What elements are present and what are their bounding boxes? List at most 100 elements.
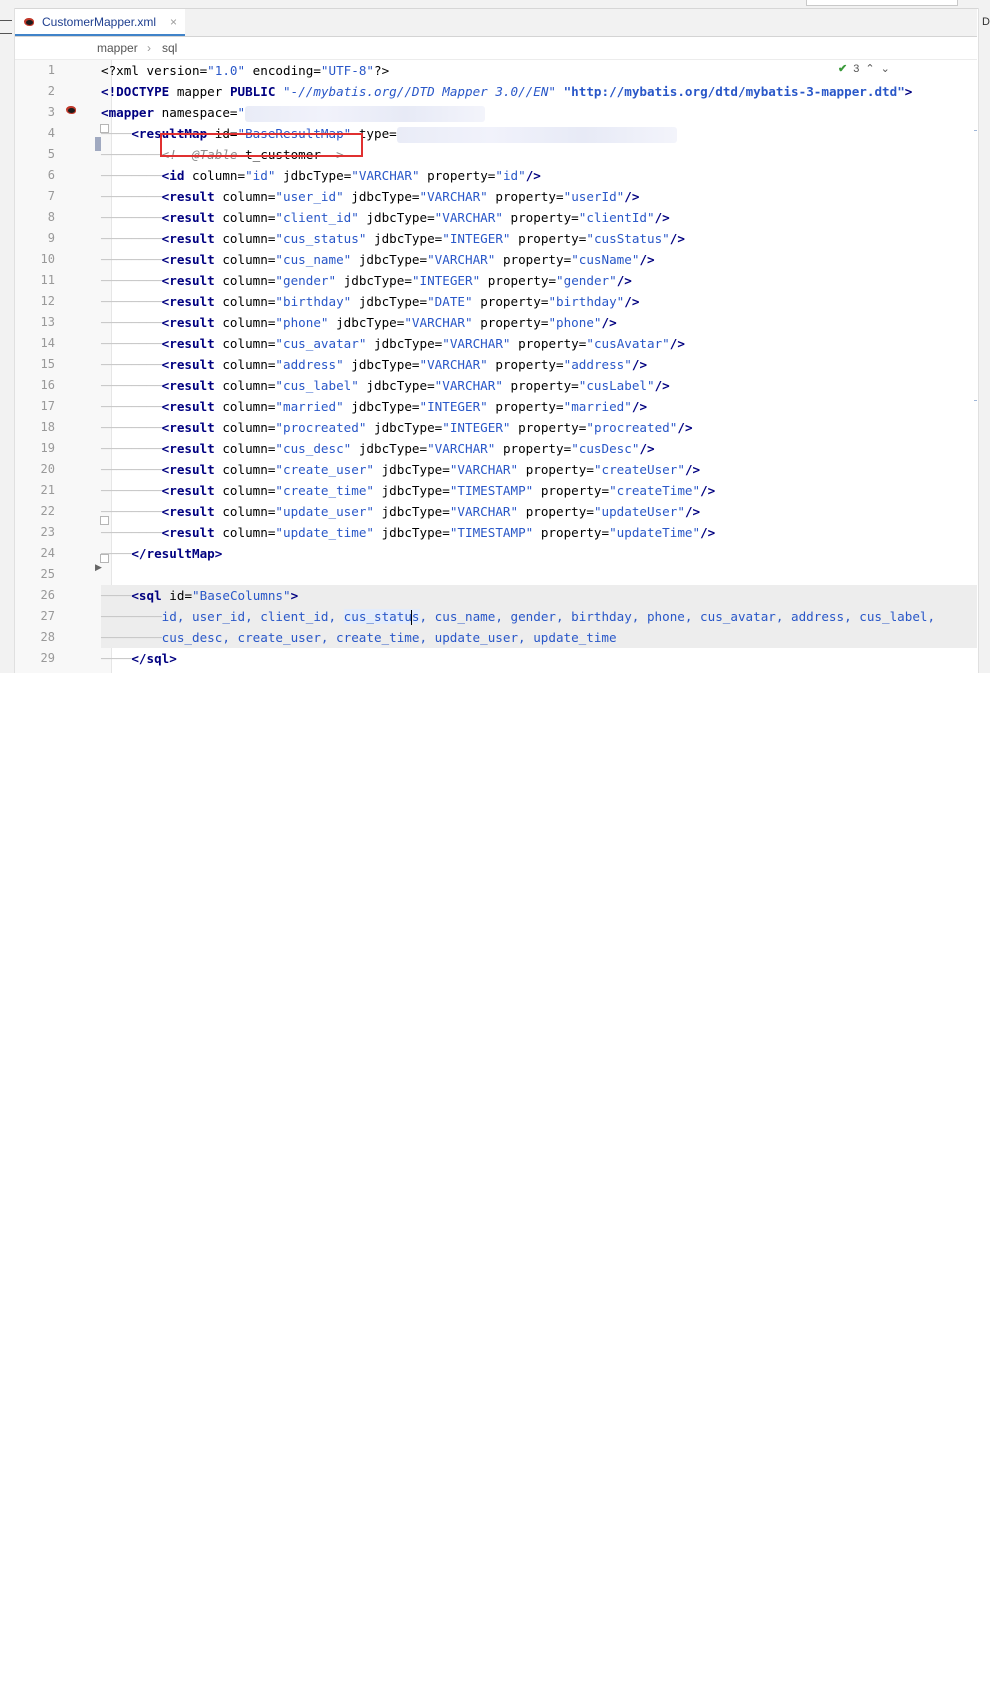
top-toolbar-strip [0, 0, 990, 9]
code-text: ────────cus_desc, create_user, create_ti… [101, 630, 617, 645]
line-number: 21 [40, 483, 55, 497]
tool-strip-mark [0, 20, 12, 21]
code-text: ────</resultMap> [101, 546, 223, 561]
code-line: ────<sql id="BaseColumns"> [101, 585, 977, 606]
line-number: 16 [40, 378, 55, 392]
code-line: 10 ────────<result column="cus_name" jdbc… [15, 249, 977, 270]
code-text: ────────<result column="birthday" jdbcTy… [101, 294, 640, 309]
code-line: 17 ────────<result column="married" jdbcT… [15, 396, 977, 417]
code-line: 29 ────</sql> [15, 648, 977, 669]
breadcrumb-item-mapper[interactable]: mapper [97, 41, 138, 55]
redacted-namespace [245, 105, 486, 122]
line-number: 14 [40, 336, 55, 350]
tool-strip-mark [0, 33, 12, 34]
code-line: 25 [15, 564, 977, 585]
line-number-row: 28 [15, 627, 95, 648]
code-line: 9 ────────<result column="cus_status" jdb… [15, 228, 977, 249]
code-text: ────────<result column="create_time" jdb… [101, 483, 716, 498]
code-line: 15 ────────<result column="address" jdbcT… [15, 354, 977, 375]
code-text: ────────<result column="address" jdbcTyp… [101, 357, 648, 372]
line-number: 29 [40, 651, 55, 665]
line-number: 20 [40, 462, 55, 476]
right-tool-label[interactable]: D [982, 16, 990, 28]
code-line: 19 ────────<result column="cus_desc" jdbc… [15, 438, 977, 459]
tab-customer-mapper[interactable]: CustomerMapper.xml × [15, 9, 186, 36]
line-number: 1 [47, 63, 55, 77]
line-number-row: 27 [15, 606, 95, 627]
line-number: 9 [47, 231, 55, 245]
search-everywhere-box[interactable] [806, 0, 958, 6]
code-text: ────────<result column="procreated" jdbc… [101, 420, 693, 435]
line-number: 13 [40, 315, 55, 329]
line-number: 24 [40, 546, 55, 560]
code-line: 16 ────────<result column="cus_label" jdb… [15, 375, 977, 396]
redacted-type [396, 126, 677, 143]
line-number: 6 [47, 168, 55, 182]
code-line: 11 ────────<result column="gender" jdbcTy… [15, 270, 977, 291]
code-text: ────────<result column="update_user" jdb… [101, 504, 701, 519]
code-line: 12 ────────<result column="birthday" jdbc… [15, 291, 977, 312]
breadcrumb-item-sql[interactable]: sql [162, 41, 177, 55]
code-text: ────────<result column="cus_status" jdbc… [101, 231, 685, 246]
line-number: 4 [47, 126, 55, 140]
code-text: <?xml version="1.0" encoding="UTF-8"?> [101, 63, 390, 78]
code-text: ────────<result column="cus_avatar" jdbc… [101, 336, 685, 351]
line-number: 19 [40, 441, 55, 455]
code-text: ────────<id column="id" jdbcType="VARCHA… [101, 168, 541, 183]
mybatis-bird-icon [23, 16, 36, 28]
line-number: 8 [47, 210, 55, 224]
code-text: ────────<result column="married" jdbcTyp… [101, 399, 648, 414]
code-line: 7 ────────<result column="user_id" jdbcTy… [15, 186, 977, 207]
editor-tab-bar: CustomerMapper.xml × [15, 9, 977, 37]
code-text: ────────<result column="create_user" jdb… [101, 462, 701, 477]
code-text: ────────<result column="user_id" jdbcTyp… [101, 189, 640, 204]
code-text: ────────<result column="client_id" jdbcT… [101, 210, 670, 225]
line-number: 5 [47, 147, 55, 161]
code-text: ────────<result column="update_time" jdb… [101, 525, 716, 540]
code-text: ────<sql id="BaseColumns"> [101, 588, 299, 603]
line-number: 23 [40, 525, 55, 539]
code-line: 22 ────────<result column="update_user" j… [15, 501, 977, 522]
code-editor[interactable]: ▶ ✔ 3 ⌃ ⌄ 1 <?xml version="1.0" encoding… [15, 60, 977, 673]
line-number: 22 [40, 504, 55, 518]
line-number: 11 [40, 273, 55, 287]
line-number: 27 [40, 609, 55, 623]
code-text: <mapper namespace=" [101, 102, 486, 123]
code-line-current: ────────id, user_id, client_id, cus_stat… [101, 606, 977, 627]
code-line: 1 <?xml version="1.0" encoding="UTF-8"?> [15, 60, 977, 81]
line-number: 7 [47, 189, 55, 203]
tab-filename: CustomerMapper.xml [42, 14, 157, 29]
code-text: ────</sql> [101, 651, 177, 666]
code-line: 21 ────────<result column="create_time" j… [15, 480, 977, 501]
line-number: 28 [40, 630, 55, 644]
code-line: 2 <!DOCTYPE mapper PUBLIC "-//mybatis.or… [15, 81, 977, 102]
code-line: 3 <mapper namespace=" [15, 102, 977, 123]
line-number: 12 [40, 294, 55, 308]
code-line: 18 ────────<result column="procreated" jd… [15, 417, 977, 438]
code-line: 24 ────</resultMap> [15, 543, 977, 564]
line-number: 3 [47, 105, 55, 119]
code-text: ────────<result column="gender" jdbcType… [101, 273, 632, 288]
close-tab-icon[interactable]: × [170, 15, 177, 29]
code-line: 14 ────────<result column="cus_avatar" jd… [15, 333, 977, 354]
code-text: ────────<result column="phone" jdbcType=… [101, 315, 617, 330]
code-text: ────────<result column="cus_name" jdbcTy… [101, 252, 655, 267]
breadcrumb-separator-icon: › [147, 41, 151, 55]
line-number: 26 [40, 588, 55, 602]
line-number-row: 26 [15, 585, 95, 606]
code-line: ────────cus_desc, create_user, create_ti… [101, 627, 977, 648]
code-line: 23 ────────<result column="update_time" j… [15, 522, 977, 543]
right-tool-strip: D [978, 8, 990, 673]
line-number: 2 [47, 84, 55, 98]
code-text: ────────<result column="cus_label" jdbcT… [101, 378, 670, 393]
highlight-annotation-box [160, 133, 363, 157]
line-number: 10 [40, 252, 55, 266]
line-number: 25 [40, 567, 55, 581]
code-text: ────────<result column="cus_desc" jdbcTy… [101, 441, 655, 456]
code-line: 6 ────────<id column="id" jdbcType="VARCH… [15, 165, 977, 186]
line-number: 15 [40, 357, 55, 371]
code-text: ────────id, user_id, client_id, cus_stat… [101, 609, 936, 625]
left-tool-strip [0, 8, 15, 673]
line-number: 18 [40, 420, 55, 434]
code-line: 8 ────────<result column="client_id" jdbc… [15, 207, 977, 228]
